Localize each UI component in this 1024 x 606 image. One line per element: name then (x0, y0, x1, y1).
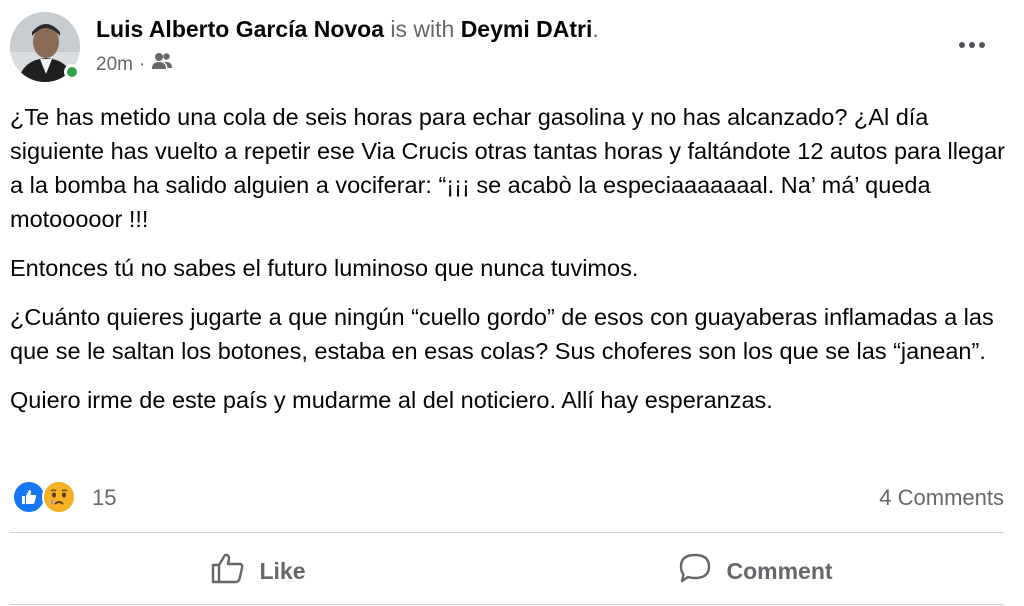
tagged-name[interactable]: Deymi DAtri (461, 16, 593, 42)
comments-count-link[interactable]: 4 Comments (879, 484, 1004, 512)
actions-divider-bottom (10, 604, 1004, 605)
post-paragraph: Entonces tú no sabes el futuro luminoso … (10, 255, 639, 281)
post-actions: Like Comment (10, 538, 1004, 604)
thumbs-up-icon (211, 552, 245, 590)
comment-label: Comment (726, 557, 833, 584)
post-content: ¿Te has metido una cola de seis horas pa… (10, 100, 1014, 432)
author-line: Luis Alberto García Novoa is with Deymi … (96, 14, 599, 44)
reaction-count[interactable]: 15 (92, 484, 116, 512)
reaction-icons[interactable] (12, 480, 82, 516)
friends-icon[interactable] (151, 52, 173, 78)
like-reaction-icon (12, 480, 46, 514)
post-meta: 20m · (96, 52, 173, 78)
author-avatar[interactable] (10, 12, 80, 82)
comment-icon (678, 552, 712, 590)
post-paragraph: Quiero irme de este país y mudarme al de… (10, 387, 773, 413)
actions-divider-top (10, 532, 1004, 533)
post-time[interactable]: 20m (96, 52, 133, 78)
reactions-bar: 15 4 Comments (10, 478, 1004, 518)
comment-button[interactable]: Comment (507, 538, 1004, 604)
with-text: is with (390, 16, 455, 42)
author-name[interactable]: Luis Alberto García Novoa (96, 16, 384, 42)
like-button[interactable]: Like (10, 538, 507, 604)
more-options-icon[interactable] (952, 30, 992, 60)
post-header: Luis Alberto García Novoa is with Deymi … (0, 0, 1024, 95)
meta-separator: · (138, 54, 146, 75)
sad-reaction-icon (42, 480, 76, 514)
title-period: . (592, 16, 599, 42)
online-status-icon (64, 64, 80, 80)
post-paragraph: ¿Cuánto quieres jugarte a que ningún “cu… (10, 304, 994, 364)
like-label: Like (259, 557, 306, 584)
post-paragraph: ¿Te has metido una cola de seis horas pa… (10, 104, 1005, 232)
